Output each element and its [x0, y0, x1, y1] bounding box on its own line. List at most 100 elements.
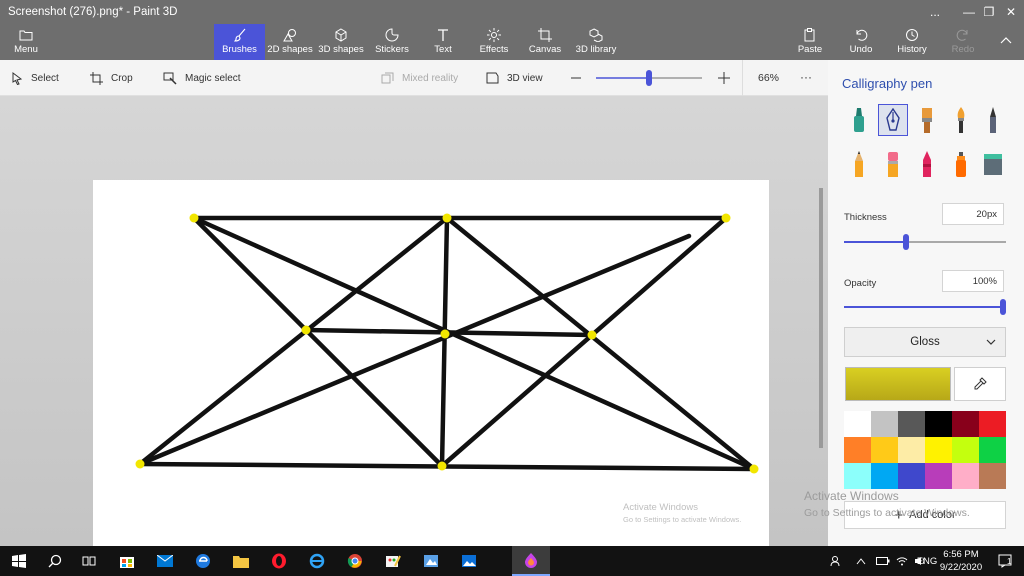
collapse-ribbon-button[interactable] — [996, 24, 1016, 60]
chrome-app[interactable] — [336, 546, 374, 576]
clock[interactable]: 6:56 PM 9/22/2020 — [936, 549, 986, 573]
color-swatch[interactable] — [979, 463, 1006, 489]
search-button[interactable] — [36, 546, 74, 576]
paste-icon — [804, 28, 815, 42]
store-app[interactable] — [108, 546, 146, 576]
opacity-input[interactable]: 100% — [942, 270, 1004, 292]
tab-3d-shapes[interactable]: 3D shapes — [318, 24, 364, 60]
eyedropper-button[interactable] — [954, 367, 1006, 401]
store-icon — [120, 557, 134, 568]
brush-pencil[interactable] — [844, 148, 874, 180]
vertex-point — [440, 329, 450, 339]
tab-label: Stickers — [375, 44, 409, 55]
color-swatch[interactable] — [952, 411, 979, 437]
task-view-button[interactable] — [70, 546, 108, 576]
battery-icon[interactable] — [876, 555, 890, 567]
file-explorer-app[interactable] — [222, 546, 260, 576]
tab-label: Text — [434, 44, 452, 55]
mixed-reality-button[interactable]: Mixed reality — [381, 70, 458, 86]
brush-fill[interactable] — [978, 148, 1008, 180]
brush-oil[interactable] — [912, 104, 942, 136]
windows-start-icon — [12, 554, 26, 568]
brush-spray-can[interactable] — [946, 148, 976, 180]
3d-view-button[interactable]: 3D view — [486, 70, 543, 86]
brush-calligraphy-pen[interactable] — [878, 104, 908, 136]
zoom-slider[interactable] — [566, 68, 738, 88]
thickness-input[interactable]: 20px — [942, 203, 1004, 225]
finish-dropdown[interactable]: Gloss — [844, 327, 1006, 357]
undo-button[interactable]: Undo — [843, 24, 879, 60]
clock-date: 9/22/2020 — [939, 562, 983, 573]
mail-app[interactable] — [146, 546, 184, 576]
select-button[interactable]: Select — [12, 70, 59, 86]
color-swatch[interactable] — [844, 437, 871, 463]
edge-app[interactable] — [184, 546, 222, 576]
color-swatch[interactable] — [871, 411, 898, 437]
tab-label: Canvas — [528, 44, 562, 55]
tab-brushes[interactable]: Brushes — [214, 24, 265, 60]
brush-eraser[interactable] — [878, 148, 908, 180]
tab-text[interactable]: Text — [426, 24, 460, 60]
color-swatch[interactable] — [952, 463, 979, 489]
thickness-slider-thumb[interactable] — [902, 234, 909, 250]
magic-select-button[interactable]: Magic select — [163, 70, 241, 86]
more-options-button[interactable]: ... — [918, 0, 952, 24]
brush-icon — [233, 28, 245, 42]
opacity-slider-thumb[interactable] — [1000, 299, 1006, 315]
zoom-percent[interactable]: 66% — [742, 60, 794, 96]
color-swatch[interactable] — [952, 437, 979, 463]
color-swatch[interactable] — [871, 437, 898, 463]
drawn-lines — [137, 215, 757, 472]
paint-app[interactable] — [374, 546, 412, 576]
tab-2d-shapes[interactable]: 2D shapes — [267, 24, 313, 60]
color-swatch[interactable] — [844, 411, 871, 437]
color-swatch[interactable] — [979, 411, 1006, 437]
paint-3d-icon — [525, 553, 537, 568]
redo-button[interactable]: Redo — [945, 24, 981, 60]
tab-stickers[interactable]: Stickers — [371, 24, 413, 60]
brush-pixel-pen[interactable] — [978, 104, 1008, 136]
tab-canvas[interactable]: Canvas — [527, 24, 563, 60]
pixel-app[interactable] — [412, 546, 450, 576]
more-button[interactable]: ··· — [800, 70, 812, 84]
tab-effects[interactable]: Effects — [477, 24, 511, 60]
photos-app[interactable] — [450, 546, 488, 576]
crop-button[interactable]: Crop — [90, 70, 133, 86]
color-swatch[interactable] — [898, 437, 925, 463]
color-swatch[interactable] — [871, 463, 898, 489]
people-icon[interactable] — [830, 555, 842, 567]
color-swatch[interactable] — [925, 411, 952, 437]
drawing-canvas[interactable]: Activate Windows Go to Settings to activ… — [93, 180, 769, 546]
menu-button[interactable]: Menu — [6, 24, 46, 60]
color-swatch[interactable] — [898, 463, 925, 489]
current-color-swatch[interactable] — [845, 367, 951, 401]
color-swatch[interactable] — [925, 463, 952, 489]
brush-watercolor[interactable] — [946, 104, 976, 136]
action-center-button[interactable]: 1 — [990, 546, 1020, 576]
color-swatch[interactable] — [925, 437, 952, 463]
paste-button[interactable]: Paste — [792, 24, 828, 60]
vertex-point — [135, 459, 145, 469]
close-button[interactable]: ✕ — [994, 0, 1024, 24]
zoom-thumb[interactable] — [646, 70, 652, 86]
zoom-in-icon[interactable] — [718, 72, 730, 84]
brush-marker[interactable] — [844, 104, 874, 136]
history-button[interactable]: History — [894, 24, 930, 60]
tab-3d-library[interactable]: 3D library — [574, 24, 618, 60]
color-swatch[interactable] — [844, 463, 871, 489]
paint-3d-app[interactable] — [512, 546, 550, 576]
opera-app[interactable] — [260, 546, 298, 576]
start-button[interactable] — [0, 546, 38, 576]
internet-explorer-app[interactable] — [298, 546, 336, 576]
color-swatch[interactable] — [898, 411, 925, 437]
wifi-icon[interactable] — [896, 555, 908, 567]
color-swatch[interactable] — [979, 437, 1006, 463]
history-label: History — [897, 44, 927, 55]
vertical-scrollbar[interactable] — [819, 188, 823, 448]
stickers-icon — [385, 28, 399, 42]
brush-crayon[interactable] — [912, 148, 942, 180]
chevron-up-tray-icon[interactable] — [856, 555, 866, 567]
drawing-svg[interactable] — [93, 180, 769, 546]
paste-label: Paste — [797, 44, 823, 55]
menu-label: Menu — [14, 44, 38, 55]
